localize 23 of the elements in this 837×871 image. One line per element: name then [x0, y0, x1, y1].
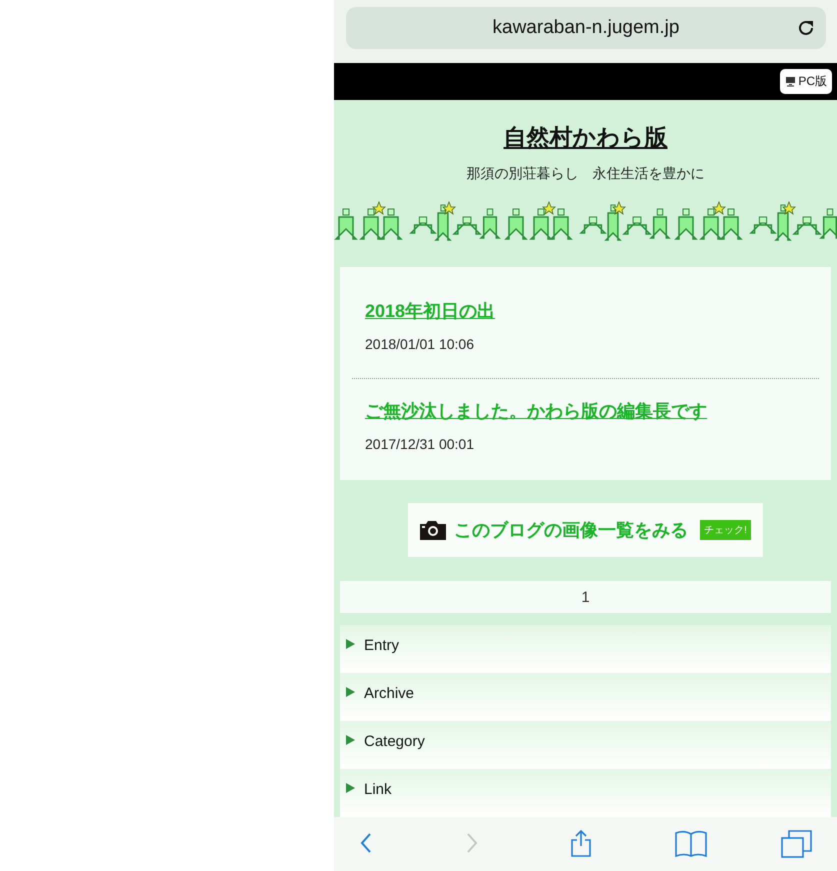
gallery-label: このブログの画像一覧をみる	[454, 519, 688, 542]
page-number-link[interactable]: 1	[581, 588, 590, 606]
monitor-icon	[785, 76, 796, 87]
url-text: kawaraban-n.jugem.jp	[492, 17, 680, 39]
menu-item[interactable]: Archive	[340, 673, 831, 721]
menu-item[interactable]: Entry	[340, 625, 831, 673]
menu-item[interactable]: Link	[340, 769, 831, 817]
entry-date: 2018/01/01 10:06	[365, 336, 475, 352]
triangle-icon	[346, 783, 355, 793]
menu-item[interactable]: Category	[340, 721, 831, 769]
address-bar[interactable]: kawaraban-n.jugem.jp	[346, 7, 826, 49]
tabs-icon[interactable]	[781, 830, 813, 858]
blog-title[interactable]: 自然村かわら版	[504, 122, 668, 153]
book-icon[interactable]	[674, 830, 707, 858]
camera-icon	[420, 520, 446, 540]
triangle-icon	[346, 735, 355, 745]
pc-version-button[interactable]: PC版	[780, 69, 832, 94]
check-badge: チェック!	[700, 520, 751, 540]
entry-date: 2017/12/31 00:01	[365, 436, 475, 452]
reload-icon[interactable]	[796, 18, 816, 38]
triangle-icon	[346, 687, 355, 697]
triangle-icon	[346, 639, 355, 649]
blog-tagline: 那須の別荘暮らし 永住生活を豊かに	[466, 165, 704, 183]
